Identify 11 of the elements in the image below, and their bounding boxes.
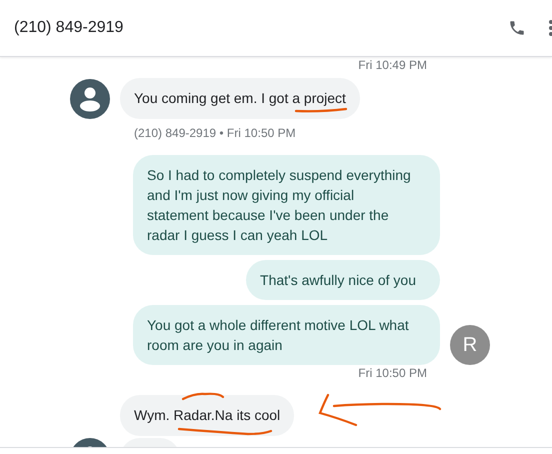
message-bubble: You got a whole different motive LOL what room are you in again bbox=[133, 305, 440, 365]
message-bubble: That's awfully nice of you bbox=[246, 260, 440, 300]
sender-info: (210) 849-2919 • Fri 10:50 PM bbox=[133, 126, 297, 140]
phone-icon[interactable] bbox=[508, 19, 526, 37]
avatar-badge: R bbox=[450, 325, 490, 365]
contact-title: (210) 849-2919 bbox=[14, 19, 124, 37]
message-bubble: You coming get em. I got a project bbox=[120, 78, 360, 119]
message-bubble: So I had to completely suspend everything and I'm just now giving my official statement because I've been under the radar I guess I can yeah LOL bbox=[133, 155, 440, 255]
message-bubble: Wym. Radar.Na its cool bbox=[120, 395, 294, 436]
timestamp: Fri 10:50 PM bbox=[357, 366, 428, 380]
timestamp: Fri 10:49 PM bbox=[357, 58, 428, 72]
